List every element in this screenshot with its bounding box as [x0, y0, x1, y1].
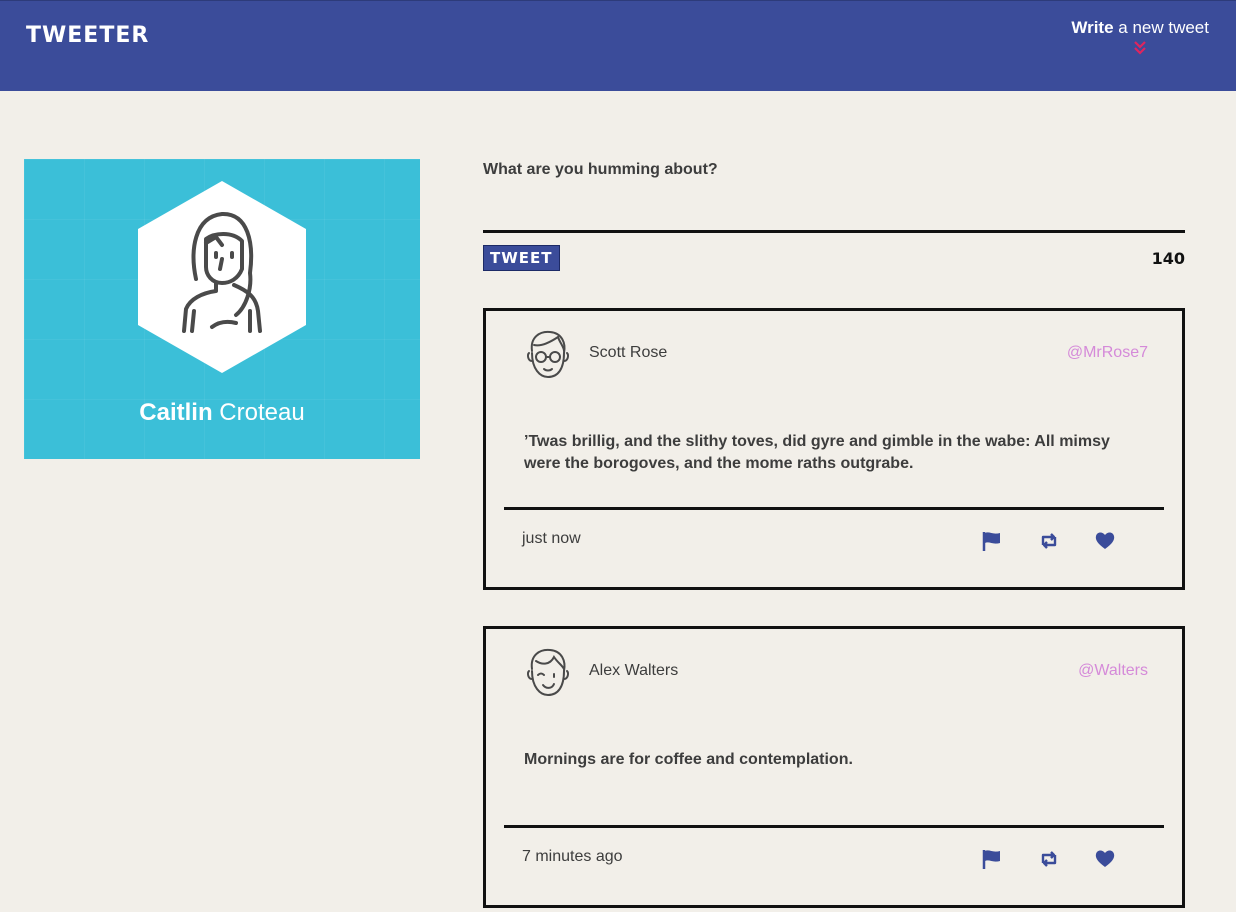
tweet-author-handle[interactable]: @Walters	[1078, 662, 1148, 680]
tweet-actions	[951, 848, 1116, 870]
double-chevron-down-icon	[1134, 41, 1146, 55]
profile-card: Caitlin Croteau	[24, 159, 420, 459]
tweet-text: Mornings are for coffee and contemplatio…	[524, 751, 853, 768]
tweet-header: Scott Rose @MrRose7	[524, 329, 1148, 379]
compose-toggle-text: a new tweet	[1113, 18, 1209, 37]
profile-last-name: Croteau	[212, 399, 305, 426]
tweet-card: Alex Walters @Walters Mornings are for c…	[483, 626, 1185, 908]
tweet-author-name: Scott Rose	[589, 344, 668, 361]
brand-logo[interactable]: TWEETER	[26, 23, 149, 48]
tweet-actions	[951, 530, 1116, 552]
flag-icon[interactable]	[981, 848, 1003, 870]
tweet-text: ’Twas brillig, and the slithy toves, did…	[524, 433, 1110, 472]
tweet-button[interactable]: TWEET	[483, 245, 560, 271]
winking-face-icon	[527, 648, 569, 697]
retweet-icon[interactable]	[1038, 530, 1060, 552]
composer-label: What are you humming about?	[483, 161, 718, 178]
tweet-timestamp: 7 minutes ago	[522, 848, 623, 865]
tweet-input[interactable]	[483, 185, 1185, 233]
profile-avatar	[138, 181, 306, 373]
tweet-header: Alex Walters @Walters	[524, 647, 1148, 697]
retweet-icon[interactable]	[1038, 848, 1060, 870]
character-counter: 140	[1151, 249, 1185, 268]
profile-name: Caitlin Croteau	[24, 399, 420, 427]
tweet-card: Scott Rose @MrRose7 ’Twas brillig, and t…	[483, 308, 1185, 590]
tweet-footer: 7 minutes ago	[504, 825, 1164, 905]
tweet-composer: What are you humming about? TWEET 140	[483, 155, 1185, 271]
heart-icon[interactable]	[1094, 530, 1116, 552]
flag-icon[interactable]	[981, 530, 1003, 552]
compose-toggle[interactable]: Write a new tweet	[1071, 18, 1209, 56]
profile-first-name: Caitlin	[139, 399, 213, 426]
tweet-author-handle[interactable]: @MrRose7	[1067, 344, 1148, 362]
tweet-author-name: Alex Walters	[589, 662, 679, 679]
glasses-face-icon	[527, 330, 569, 379]
top-nav: TWEETER Write a new tweet	[0, 0, 1236, 91]
tweet-footer: just now	[504, 507, 1164, 587]
tweet-timestamp: just now	[522, 530, 581, 547]
compose-toggle-bold: Write	[1071, 18, 1114, 37]
heart-icon[interactable]	[1094, 848, 1116, 870]
